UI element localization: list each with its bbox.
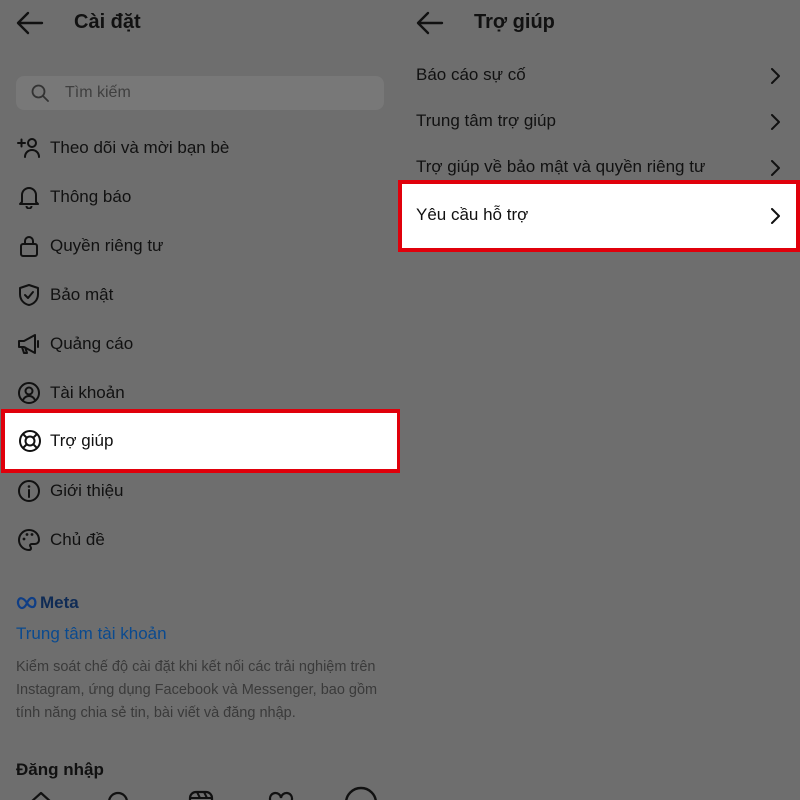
page-title: Cài đặt bbox=[74, 11, 141, 33]
menu-item-help[interactable]: Trợ giúp bbox=[1, 409, 400, 473]
back-arrow-button[interactable] bbox=[416, 10, 444, 36]
bell-icon bbox=[19, 187, 39, 209]
home-icon[interactable] bbox=[28, 790, 54, 800]
login-heading: Đăng nhập bbox=[16, 760, 104, 779]
reels-icon[interactable] bbox=[188, 790, 214, 800]
back-arrow-icon bbox=[416, 11, 444, 35]
menu-item-follow-invite[interactable]: Theo dõi và mời bạn bè bbox=[0, 128, 400, 168]
help-item-help-center[interactable]: Trung tâm trợ giúp bbox=[416, 102, 792, 142]
search-icon bbox=[31, 84, 49, 102]
menu-item-notifications[interactable]: Thông báo bbox=[0, 177, 400, 217]
megaphone-icon bbox=[18, 334, 39, 354]
back-arrow-icon bbox=[16, 11, 44, 35]
menu-item-security[interactable]: Bảo mật bbox=[0, 275, 400, 315]
profile-avatar-icon[interactable] bbox=[344, 786, 378, 800]
meta-infinity-icon bbox=[16, 596, 37, 610]
menu-item-label: Chủ đề bbox=[50, 530, 105, 549]
help-item-label: Trợ giúp về bảo mật và quyền riêng tư bbox=[416, 157, 706, 176]
meta-label: Meta bbox=[40, 593, 79, 612]
back-arrow-button[interactable] bbox=[16, 10, 44, 36]
shield-check-icon bbox=[19, 284, 39, 306]
help-item-label: Báo cáo sự cố bbox=[416, 65, 526, 84]
menu-item-theme[interactable]: Chủ đề bbox=[0, 520, 400, 560]
search-nav-icon[interactable] bbox=[106, 790, 132, 800]
menu-item-label: Quyền riêng tư bbox=[50, 236, 164, 255]
menu-item-label: Trợ giúp bbox=[50, 431, 114, 450]
palette-icon bbox=[18, 529, 40, 551]
search-placeholder: Tìm kiếm bbox=[65, 84, 131, 101]
help-item-label: Trung tâm trợ giúp bbox=[416, 111, 556, 130]
search-input[interactable]: Tìm kiếm bbox=[16, 76, 384, 110]
page-title: Trợ giúp bbox=[474, 11, 555, 33]
chevron-right-icon bbox=[771, 68, 780, 84]
menu-item-label: Theo dõi và mời bạn bè bbox=[50, 138, 230, 157]
add-person-icon bbox=[17, 138, 40, 158]
menu-item-label: Thông báo bbox=[50, 187, 132, 206]
heart-icon[interactable] bbox=[268, 790, 294, 800]
lifebuoy-icon bbox=[19, 430, 41, 452]
accounts-center-description: Kiểm soát chế độ cài đặt khi kết nối các… bbox=[16, 659, 378, 721]
lock-icon bbox=[20, 236, 38, 257]
menu-item-ads[interactable]: Quảng cáo bbox=[0, 324, 400, 364]
info-icon bbox=[18, 480, 40, 502]
menu-item-label: Quảng cáo bbox=[50, 334, 134, 353]
menu-item-about[interactable]: Giới thiệu bbox=[0, 471, 400, 511]
accounts-center-link[interactable]: Trung tâm tài khoản bbox=[16, 624, 167, 644]
menu-item-label: Tài khoản bbox=[50, 383, 125, 402]
help-item-report-problem[interactable]: Báo cáo sự cố bbox=[416, 56, 792, 96]
help-item-support-requests[interactable]: Yêu cầu hỗ trợ bbox=[398, 180, 800, 252]
menu-item-label: Bảo mật bbox=[50, 285, 114, 304]
chevron-right-icon bbox=[771, 208, 780, 224]
help-item-privacy-security-help[interactable]: Trợ giúp về bảo mật và quyền riêng tư bbox=[416, 148, 792, 188]
chevron-right-icon bbox=[771, 160, 780, 176]
chevron-right-icon bbox=[771, 114, 780, 130]
help-item-label: Yêu cầu hỗ trợ bbox=[416, 205, 529, 224]
menu-item-account[interactable]: Tài khoản bbox=[0, 373, 400, 413]
settings-panel: Cài đặt Tìm kiếm Theo dõi và mời bạn bè … bbox=[0, 0, 400, 800]
menu-item-label: Giới thiệu bbox=[50, 481, 124, 500]
account-circle-icon bbox=[18, 382, 40, 404]
menu-item-privacy[interactable]: Quyền riêng tư bbox=[0, 226, 400, 266]
bottom-navigation bbox=[0, 784, 400, 800]
